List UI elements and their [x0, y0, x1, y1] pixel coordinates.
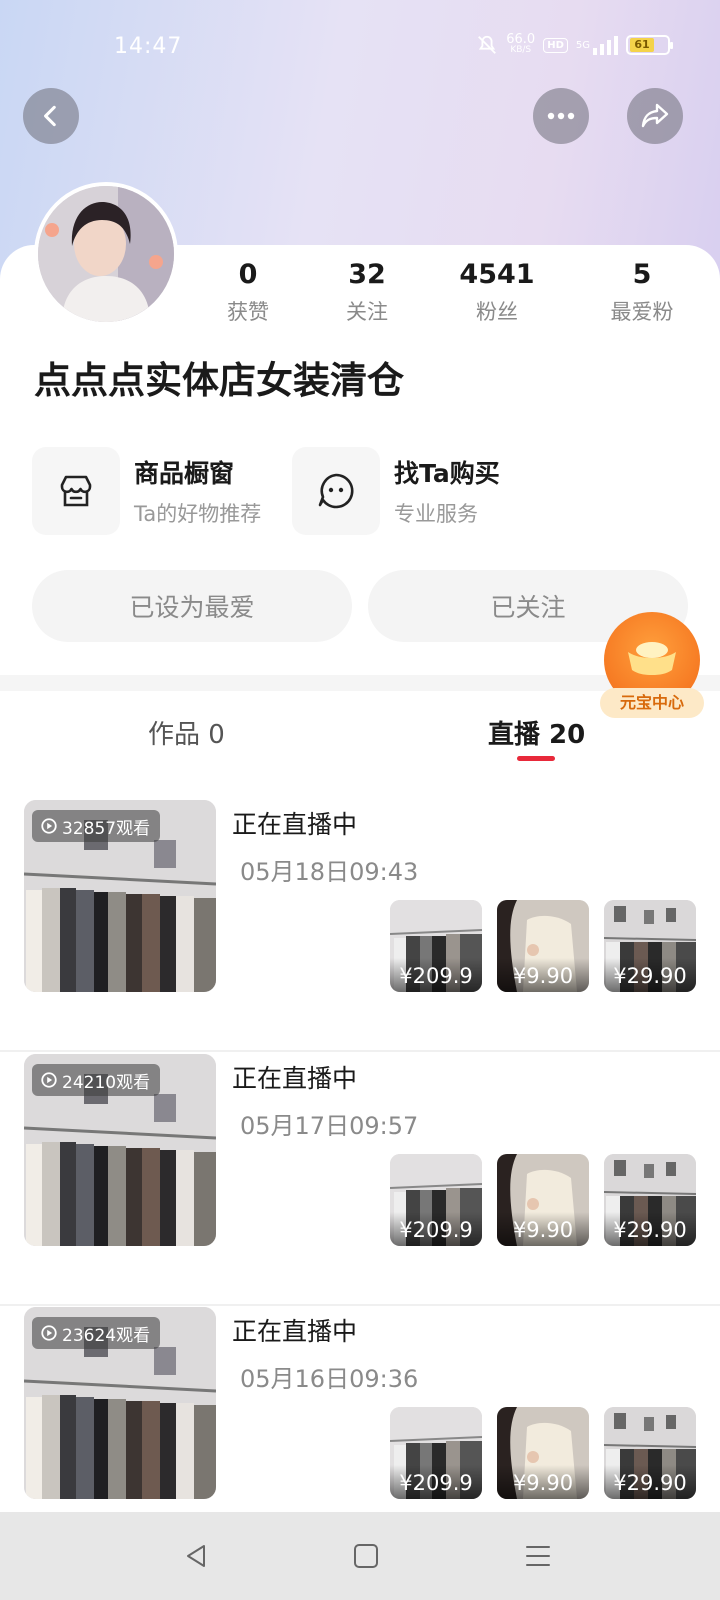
net-speed: 66.0 KB/S: [506, 32, 536, 55]
product-price: ¥9.90: [497, 1465, 589, 1499]
share-icon: [641, 103, 669, 128]
product-thumb[interactable]: ¥209.9: [390, 1154, 482, 1246]
network-type: 5G: [575, 39, 590, 51]
list-divider: [0, 1050, 720, 1052]
buy-from-subtitle: 专业服务: [394, 502, 478, 526]
status-time: 14:47: [114, 34, 183, 59]
product-price: ¥9.90: [497, 1212, 589, 1246]
live-item[interactable]: 24210观看 正在直播中 05月17日09:57 ¥209.9 ¥9.90 ¥…: [0, 1054, 720, 1306]
live-date: 05月17日09:57: [240, 1112, 419, 1140]
live-thumbnail[interactable]: 23624观看: [24, 1307, 216, 1499]
product-thumb[interactable]: ¥29.90: [604, 1154, 696, 1246]
avatar[interactable]: [34, 182, 178, 326]
live-thumbnail[interactable]: 24210观看: [24, 1054, 216, 1246]
product-thumb[interactable]: ¥29.90: [604, 900, 696, 992]
nav-home-button[interactable]: [346, 1536, 386, 1576]
store-icon: [60, 475, 92, 507]
product-thumb[interactable]: ¥209.9: [390, 1407, 482, 1499]
triangle-back-icon: [187, 1545, 205, 1567]
back-button[interactable]: [23, 88, 79, 144]
stat-top-fans[interactable]: 5 最爱粉: [587, 258, 697, 326]
battery-icon: 61: [626, 35, 673, 55]
chevron-left-icon: [44, 105, 56, 127]
product-price: ¥209.9: [390, 958, 482, 992]
stat-fans[interactable]: 4541 粉丝: [442, 258, 552, 326]
square-home-icon: [354, 1544, 378, 1568]
signal-icon: [593, 36, 618, 55]
stat-following[interactable]: 32 关注: [312, 258, 422, 326]
product-price: ¥209.9: [390, 1465, 482, 1499]
live-date: 05月18日09:43: [240, 858, 419, 886]
status-icons: 66.0 KB/S HD 5G 61: [476, 32, 673, 56]
live-date: 05月16日09:36: [240, 1365, 419, 1393]
yuanbao-center-button[interactable]: 元宝中心: [600, 612, 704, 722]
yuanbao-label: 元宝中心: [600, 688, 704, 718]
live-title: 正在直播中: [232, 810, 358, 839]
status-bar: 14:47 66.0 KB/S HD 5G 61: [0, 22, 720, 72]
buy-from-entry[interactable]: 找Ta购买 专业服务: [292, 446, 500, 536]
hd-badge: HD: [543, 37, 568, 53]
product-thumb[interactable]: ¥9.90: [497, 900, 589, 992]
store-icon-box: [32, 447, 120, 535]
shop-window-title: 商品橱窗: [134, 459, 235, 488]
share-button[interactable]: [627, 88, 683, 144]
buy-from-title: 找Ta购买: [394, 459, 500, 488]
views-badge: 32857观看: [32, 810, 161, 842]
tab-works[interactable]: 作品 0: [148, 714, 225, 751]
list-divider: [0, 1304, 720, 1306]
product-thumb[interactable]: ¥9.90: [497, 1154, 589, 1246]
live-thumbnail[interactable]: 32857观看: [24, 800, 216, 992]
more-dots-icon: [547, 112, 575, 120]
views-badge: 24210观看: [32, 1064, 161, 1096]
replay-icon: [41, 1072, 57, 1088]
product-price: ¥9.90: [497, 958, 589, 992]
views-badge: 23624观看: [32, 1317, 161, 1349]
product-price: ¥29.90: [604, 1212, 696, 1246]
shop-window-subtitle: Ta的好物推荐: [134, 502, 262, 526]
product-thumb[interactable]: ¥9.90: [497, 1407, 589, 1499]
product-price: ¥29.90: [604, 958, 696, 992]
favorite-button[interactable]: 已设为最爱: [32, 570, 352, 642]
avatar-photo: [38, 186, 174, 322]
replay-icon: [41, 1325, 57, 1341]
tab-live[interactable]: 直播 20: [488, 714, 585, 751]
chat-icon-box: [292, 447, 380, 535]
system-nav-bar: [0, 1512, 720, 1600]
product-thumb[interactable]: ¥29.90: [604, 1407, 696, 1499]
profile-name: 点点点实体店女装清仓: [34, 359, 404, 402]
stat-likes[interactable]: 0 获赞: [193, 258, 303, 326]
live-title: 正在直播中: [232, 1317, 358, 1346]
product-price: ¥209.9: [390, 1212, 482, 1246]
live-title: 正在直播中: [232, 1064, 358, 1093]
active-tab-indicator: [517, 756, 555, 761]
nav-menu-button[interactable]: [518, 1536, 558, 1576]
product-thumb[interactable]: ¥209.9: [390, 900, 482, 992]
live-item[interactable]: 32857观看 正在直播中 05月18日09:43 ¥209.9 ¥9.90 ¥…: [0, 800, 720, 1052]
replay-icon: [41, 818, 57, 834]
product-price: ¥29.90: [604, 1465, 696, 1499]
battery-level: 61: [630, 38, 654, 52]
nav-back-button[interactable]: [176, 1536, 216, 1576]
shop-window-entry[interactable]: 商品橱窗 Ta的好物推荐: [32, 446, 261, 536]
menu-lines-icon: [526, 1546, 550, 1566]
more-button[interactable]: [533, 88, 589, 144]
chat-face-icon: [318, 473, 354, 509]
mute-bell-icon: [478, 35, 497, 54]
